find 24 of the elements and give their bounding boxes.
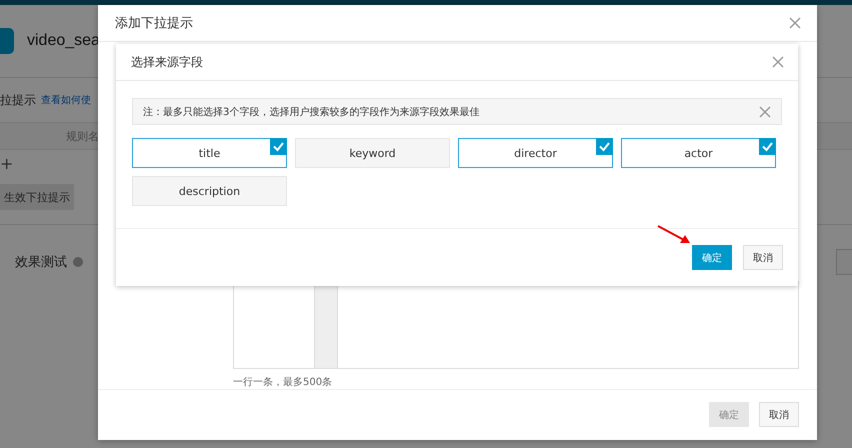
check-icon: [596, 138, 613, 155]
project-name: video_sea: [27, 32, 100, 50]
arrow-icon: [658, 225, 690, 243]
textarea-hint: 一行一条，最多500条: [233, 376, 334, 389]
field-option[interactable]: keyword: [295, 138, 450, 168]
note-text: 注：最多只能选择3个字段，选择用户搜索较多的字段作为来源字段效果最佳: [143, 106, 480, 118]
dialog-title: 添加下拉提示: [115, 14, 193, 32]
field-option[interactable]: director: [458, 138, 613, 168]
close-icon[interactable]: [759, 106, 771, 118]
logo-icon: [0, 28, 14, 54]
test-label: 效果测试: [15, 254, 67, 271]
close-icon[interactable]: [772, 56, 784, 68]
help-icon[interactable]: [73, 257, 83, 267]
cancel-button[interactable]: 取消: [759, 402, 799, 428]
field-option[interactable]: title: [132, 138, 287, 168]
section-title: 拉提示: [0, 92, 36, 108]
close-icon[interactable]: [789, 16, 801, 29]
dialog-title: 选择来源字段: [131, 54, 203, 70]
add-icon[interactable]: +: [0, 154, 14, 173]
check-icon: [759, 138, 776, 155]
check-icon: [270, 138, 287, 155]
field-option[interactable]: actor: [621, 138, 776, 168]
cancel-button[interactable]: 取消: [743, 245, 783, 270]
field-option[interactable]: description: [132, 176, 287, 206]
